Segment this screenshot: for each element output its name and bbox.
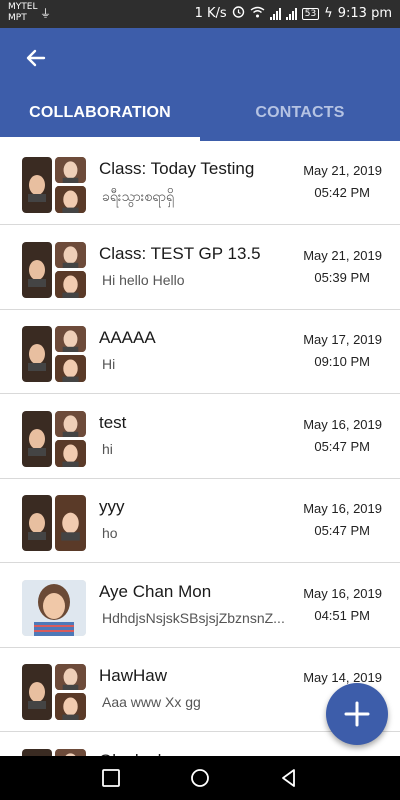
avatar-photo [55,748,86,756]
avatar-photo [55,326,86,352]
system-nav-bar [0,756,400,800]
conversation-row[interactable]: Class: TEST GP 13.5 Hi hello Hello May 21,… [0,226,400,310]
avatar-photo [55,495,86,551]
square-recents-icon[interactable] [101,768,121,788]
conversation-preview: hi [102,440,113,457]
conversation-avatar [22,326,86,382]
conversation-preview: Aaa www Xx gg [102,694,201,710]
signal-2-icon [285,7,297,20]
avatar-photo [55,270,86,298]
avatar-photo [22,241,52,298]
network-speed: 1 K/s [194,6,227,21]
conversation-preview: HdhdjsNsjskSBsjsjZbznsnZ... [102,609,285,626]
carrier-labels: MYTEL MPT [8,2,37,24]
conversation-date: May 17, 2019 [303,332,382,347]
conversation-avatar [22,157,86,213]
conversation-date: May 21, 2019 [303,247,382,263]
conversation-avatar [22,664,86,720]
conversation-row[interactable]: Class: Today Testing ခရီးသွားစရာရှိ May 21… [0,141,400,225]
tab-collaboration[interactable]: COLLABORATION [0,104,200,136]
signal-1-icon [269,7,281,20]
conversation-time: 04:51 PM [314,607,370,623]
conversation-avatar [22,748,86,756]
avatar-photo [22,664,52,720]
conversation-title: AAAAA [99,328,156,347]
circle-home-icon[interactable] [190,768,210,788]
conversation-title: HawHaw [99,666,168,685]
conversation-title: Aye Chan Mon [99,581,212,601]
wifi-icon [250,6,265,22]
conversation-title: test [99,412,127,432]
avatar-photo [22,410,52,467]
conversation-avatar [22,241,86,298]
add-conversation-button[interactable] [326,683,388,745]
conversation-time: 09:10 PM [314,354,370,369]
avatar-photo [55,241,86,268]
app-bar: COLLABORATION CONTACTS [0,28,400,141]
alarm-icon [232,5,245,22]
plus-icon [344,701,370,727]
avatar-photo [55,693,86,720]
avatar-photo [22,157,52,213]
conversation-row[interactable]: AAAAA Hi May 17, 2019 09:10 PM [0,310,400,394]
status-right: 1 K/s 53 ϟ 9:13 pm [195,5,392,22]
conversation-date: May 16, 2019 [303,501,382,516]
usb-icon: ⏚ [40,7,51,20]
carrier-2: MPT [8,13,27,23]
avatar-photo [22,748,52,756]
charging-icon: ϟ [324,6,333,21]
conversation-avatar [22,579,86,636]
triangle-back-icon[interactable] [279,768,299,788]
conversation-row[interactable]: yyy ho May 16, 2019 05:47 PM [0,479,400,563]
conversation-time: 05:42 PM [314,185,370,200]
conversation-title: Class: TEST GP 13.5 [99,243,261,263]
conversation-date: May 16, 2019 [303,416,382,432]
avatar-photo [55,186,86,213]
battery-level: 53 [301,7,320,20]
conversation-preview: Hi hello Hello [102,271,185,288]
conversation-preview: Hi [102,356,116,372]
avatar-photo [55,355,86,382]
conversation-title: Class: Today Testing [99,159,255,178]
conversation-time: 05:47 PM [314,523,370,538]
avatar-photo [55,157,86,183]
conversation-row[interactable]: test hi May 16, 2019 05:47 PM [0,395,400,479]
clock: 9:13 pm [337,6,392,21]
avatar-photo [55,410,86,437]
conversation-date: May 21, 2019 [303,163,382,178]
conversation-time: 05:39 PM [314,269,370,285]
conversation-avatar [22,495,86,551]
conversation-title: yyy [99,497,125,516]
conversation-preview: ခရီးသွားစရာရှိ [102,188,175,204]
carrier-1: MYTEL [8,2,38,12]
avatar-photo [55,664,86,690]
conversation-preview: ho [102,525,118,541]
avatar-photo [22,326,52,382]
conversation-date: May 16, 2019 [303,585,382,601]
avatar-photo [22,579,86,636]
tab-contacts[interactable]: CONTACTS [200,104,400,136]
conversation-time: 05:47 PM [314,438,370,454]
avatar-photo [22,495,52,551]
conversation-list[interactable]: Class: Today Testing ခရီးသွားစရာရှိ May 21… [0,141,400,756]
arrow-back-icon[interactable] [22,44,50,72]
status-bar: MYTEL MPT ⏚ 1 K/s 53 ϟ 9:13 pm [0,0,400,28]
avatar-photo [55,439,86,467]
conversation-row[interactable]: Aye Chan Mon HdhdjsNsjskSBsjsjZbznsnZ... M… [0,564,400,648]
conversation-avatar [22,410,86,467]
